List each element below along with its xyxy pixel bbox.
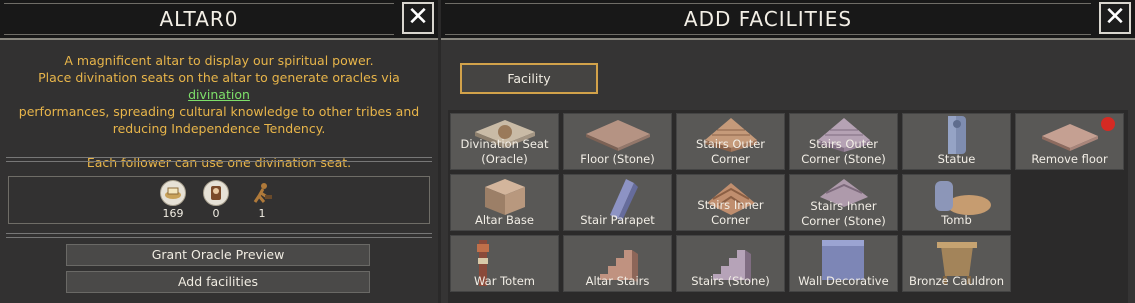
close-icon: ✕ <box>1104 2 1126 32</box>
divination-link[interactable]: divination <box>188 87 250 102</box>
altar-stats: 169 0 1 <box>8 176 430 224</box>
tile-label: Stairs (Stone) <box>691 274 770 288</box>
facility-tile[interactable]: Stair Parapet <box>563 174 672 231</box>
tile-label: Stairs Inner Corner <box>697 198 764 227</box>
food-icon <box>160 180 186 206</box>
tile-label: Floor (Stone) <box>580 152 655 166</box>
tile-label: Stairs Inner Corner (Stone) <box>801 199 886 228</box>
panel-title: ALTAR0 <box>159 7 239 31</box>
facility-tile[interactable]: Stairs Outer Corner (Stone) <box>789 113 898 170</box>
stat-value: 169 <box>162 207 184 220</box>
tile-label: Stairs Outer Corner (Stone) <box>801 137 886 166</box>
tile-label: Stair Parapet <box>580 213 655 227</box>
tile-label: War Totem <box>474 274 535 288</box>
grant-oracle-preview-button[interactable]: Grant Oracle Preview <box>66 244 370 266</box>
tile-label: Remove floor <box>1031 152 1108 166</box>
stat-workers: 1 <box>245 180 279 220</box>
description-line: reducing Independence Tendency. <box>112 121 326 136</box>
facility-tile[interactable]: Remove floor <box>1015 113 1124 170</box>
facility-tile[interactable]: Statue <box>902 113 1011 170</box>
tile-label: Stairs Outer Corner <box>695 137 766 166</box>
facility-filter-button[interactable]: Facility <box>460 63 598 94</box>
facility-tile[interactable]: Bronze Cauldron <box>902 235 1011 292</box>
tile-label: Altar Base <box>474 213 534 227</box>
divider <box>6 157 432 162</box>
tile-label: Bronze Cauldron <box>908 274 1005 288</box>
facility-tile[interactable]: Altar Base <box>450 174 559 231</box>
stat-value: 1 <box>258 207 266 220</box>
facility-tile[interactable]: Divination Seat (Oracle) <box>450 113 559 170</box>
stat-value: 0 <box>212 207 220 220</box>
facility-tile[interactable]: Stairs Inner Corner <box>676 174 785 231</box>
facility-grid: Divination Seat (Oracle) Floor (Stone) S… <box>448 110 1128 303</box>
tile-label: Divination Seat (Oracle) <box>460 137 549 166</box>
description-line: Place divination seats on the altar to g… <box>8 69 430 103</box>
divider <box>6 233 432 238</box>
facility-tile[interactable]: Stairs Outer Corner <box>676 113 785 170</box>
close-button[interactable]: ✕ <box>402 2 434 34</box>
facility-tile[interactable]: Stairs (Stone) <box>676 235 785 292</box>
facility-tile[interactable]: War Totem <box>450 235 559 292</box>
altar-description: A magnificent altar to display our spiri… <box>8 52 430 171</box>
description-line: A magnificent altar to display our spiri… <box>64 53 374 68</box>
description-line: performances, spreading cultural knowled… <box>18 104 420 119</box>
altar-info-panel: ALTAR0 ✕ A magnificent altar to display … <box>0 0 438 303</box>
follower-icon <box>203 180 229 206</box>
close-icon: ✕ <box>407 2 429 32</box>
tile-label: Altar Stairs <box>585 274 650 288</box>
add-facilities-button[interactable]: Add facilities <box>66 271 370 293</box>
stat-food: 169 <box>156 180 190 220</box>
facility-tile[interactable]: Wall Decorative <box>789 235 898 292</box>
tile-label: Wall Decorative <box>798 274 889 288</box>
facility-tile[interactable]: Tomb <box>902 174 1011 231</box>
description-text: Place divination seats on the altar to g… <box>38 70 400 85</box>
facility-tile[interactable]: Stairs Inner Corner (Stone) <box>789 174 898 231</box>
stat-followers: 0 <box>199 180 233 220</box>
trash-icon <box>1101 117 1115 131</box>
tile-label: Statue <box>937 152 976 166</box>
facility-tile[interactable]: Altar Stairs <box>563 235 672 292</box>
worker-icon <box>249 180 275 206</box>
right-title-bar: ADD FACILITIES ✕ <box>441 0 1135 40</box>
add-facilities-panel: ADD FACILITIES ✕ Facility Divination Sea… <box>441 0 1135 303</box>
panel-title: ADD FACILITIES <box>683 7 853 31</box>
close-button[interactable]: ✕ <box>1099 2 1131 34</box>
facility-tile[interactable]: Floor (Stone) <box>563 113 672 170</box>
tile-label: Tomb <box>941 213 972 227</box>
left-title-bar: ALTAR0 ✕ <box>0 0 438 40</box>
